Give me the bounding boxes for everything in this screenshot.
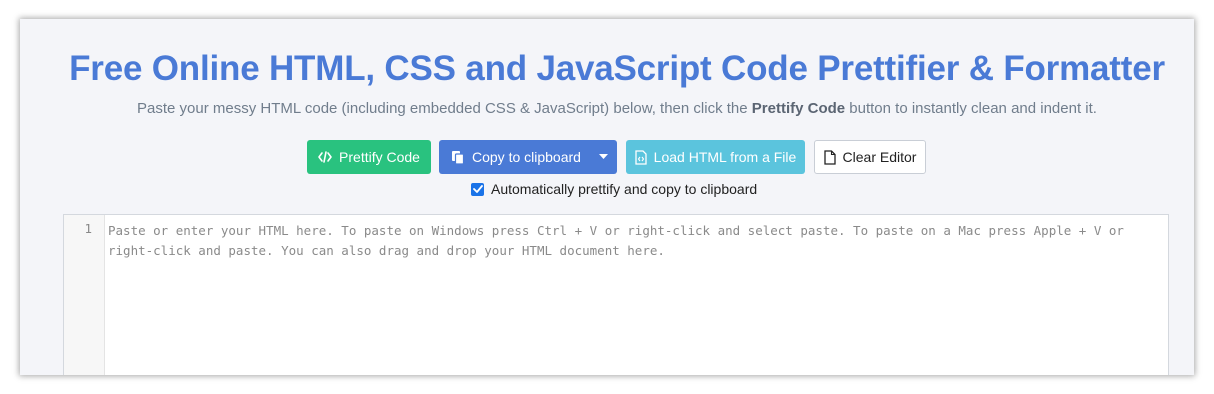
- load-button-label: Load HTML from a File: [653, 149, 797, 165]
- subtitle-prefix: Paste your messy HTML code (including em…: [137, 100, 752, 117]
- auto-prettify-label: Automatically prettify and copy to clipb…: [491, 181, 758, 197]
- auto-prettify-checkbox[interactable]: [471, 182, 484, 196]
- page-title: Free Online HTML, CSS and JavaScript Cod…: [69, 49, 1165, 88]
- check-icon: [472, 185, 483, 193]
- code-icon: [318, 151, 332, 163]
- page-subtitle: Paste your messy HTML code (including em…: [20, 100, 1194, 117]
- file-icon: [823, 149, 836, 165]
- auto-prettify-option[interactable]: Automatically prettify and copy to clipb…: [471, 181, 757, 197]
- file-code-icon: [635, 149, 647, 165]
- subtitle-suffix: button to instantly clean and indent it.: [845, 100, 1097, 117]
- app-window: Free Online HTML, CSS and JavaScript Cod…: [20, 19, 1194, 375]
- copy-to-clipboard-button[interactable]: Copy to clipboard: [439, 140, 617, 174]
- copy-button-label: Copy to clipboard: [472, 149, 581, 165]
- clear-editor-button[interactable]: Clear Editor: [814, 140, 926, 174]
- prettify-button[interactable]: Prettify Code: [307, 140, 431, 174]
- caret-down-icon[interactable]: [589, 140, 617, 174]
- subtitle-bold: Prettify Code: [751, 100, 846, 117]
- clear-button-label: Clear Editor: [842, 149, 917, 165]
- editor-placeholder[interactable]: Paste or enter your HTML here. To paste …: [108, 221, 1158, 261]
- load-html-file-button[interactable]: Load HTML from a File: [626, 140, 805, 174]
- prettify-button-label: Prettify Code: [339, 149, 420, 165]
- line-number-gutter: 1: [64, 215, 105, 375]
- line-number: 1: [84, 221, 92, 236]
- code-editor[interactable]: 1 Paste or enter your HTML here. To past…: [63, 214, 1169, 375]
- copy-icon: [451, 150, 465, 165]
